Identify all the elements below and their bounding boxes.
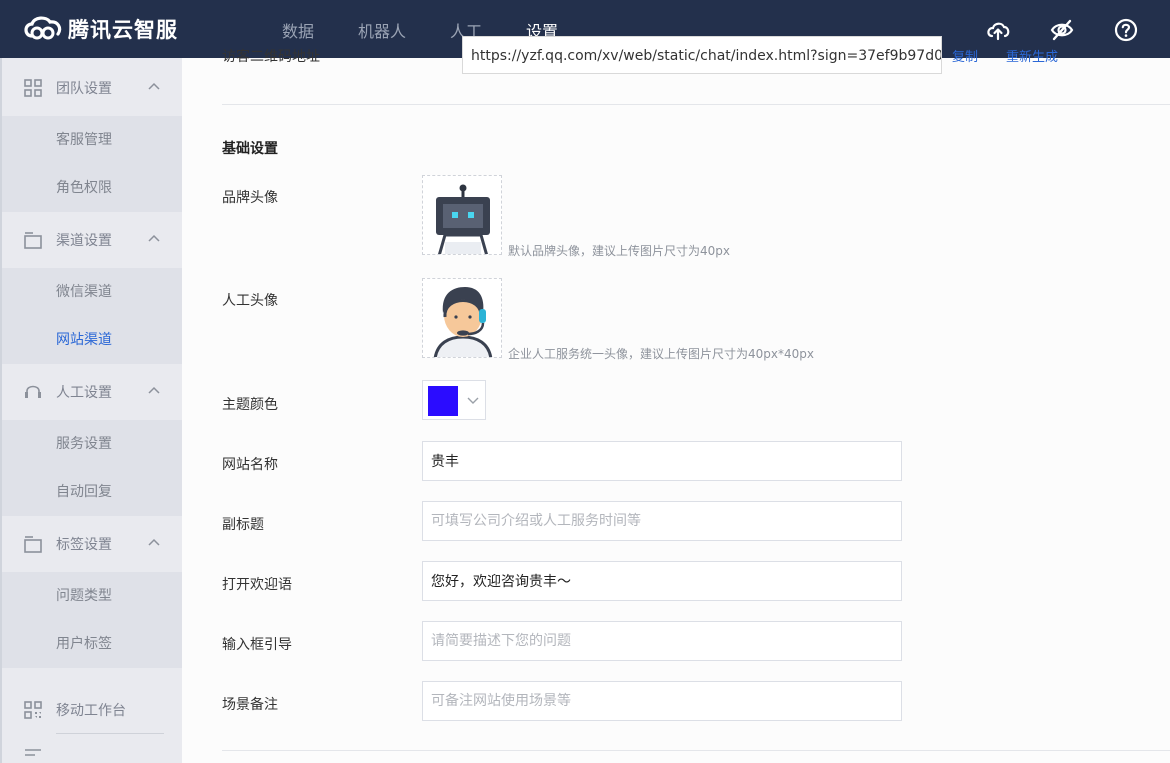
site-name-input[interactable] [422, 441, 902, 481]
sidebar-item-agents[interactable]: 客服管理 [2, 116, 182, 164]
theme-color-swatch [428, 386, 458, 416]
chevron-up-icon [148, 538, 160, 546]
welcome-label: 打开欢迎语 [222, 577, 292, 593]
sidebar-group-label: 团队设置 [56, 81, 112, 97]
sidebar-mobile-workbench[interactable]: 移动工作台 [2, 688, 182, 732]
main-content: 访客二维码地址 https://yzf.qq.com/xv/web/static… [182, 36, 1170, 763]
qrcode-icon [24, 701, 42, 719]
sidebar-divider [56, 733, 164, 734]
agent-avatar-label: 人工头像 [222, 293, 278, 309]
welcome-input[interactable] [422, 561, 902, 601]
sidebar-group-label: 人工设置 [56, 385, 112, 401]
robot-avatar-icon [436, 184, 490, 254]
brand-avatar-upload[interactable] [422, 175, 502, 255]
sidebar-group-label: 标签设置 [56, 537, 112, 553]
cloud-logo-icon [24, 16, 62, 40]
headset-icon [25, 385, 41, 398]
window-icon [24, 232, 42, 249]
input-guide-label: 输入框引导 [222, 637, 292, 653]
sidebar-mobile-label: 移动工作台 [56, 703, 126, 719]
chevron-up-icon [148, 234, 160, 242]
agent-avatar-icon [433, 287, 493, 357]
app-name: 腾讯云智服 [68, 18, 178, 42]
sidebar-item-wechat[interactable]: 微信渠道 [2, 268, 182, 316]
section-divider-bottom [222, 750, 1170, 751]
sidebar-group-tags[interactable]: 标签设置 [2, 516, 182, 572]
subtitle-label: 副标题 [222, 517, 264, 533]
scene-note-input[interactable] [422, 681, 902, 721]
input-guide-input[interactable] [422, 621, 902, 661]
sidebar-group-label: 渠道设置 [56, 233, 112, 249]
section-divider [222, 104, 1170, 105]
list-icon [25, 749, 41, 756]
theme-color-picker[interactable] [422, 380, 486, 420]
sidebar-group-manual[interactable]: 人工设置 [2, 364, 182, 420]
brand-avatar-label: 品牌头像 [222, 190, 278, 206]
chevron-up-icon [148, 82, 160, 90]
sidebar-item-roles[interactable]: 角色权限 [2, 164, 182, 212]
sidebar-item-auto-reply[interactable]: 自动回复 [2, 468, 182, 516]
sidebar-group-team[interactable]: 团队设置 [2, 60, 182, 116]
sidebar-submenu-channels: 微信渠道 网站渠道 [2, 268, 182, 364]
qrcode-link-label: 访客二维码地址 [222, 49, 320, 65]
site-name-label: 网站名称 [222, 457, 278, 473]
sidebar-submenu-manual: 服务设置 自动回复 [2, 420, 182, 516]
sidebar: 团队设置 客服管理 角色权限 渠道设置 微信渠道 网站渠道 人工设置 服务设置 … [0, 58, 182, 763]
copy-link[interactable]: 复制 [952, 46, 978, 65]
sidebar-item-website[interactable]: 网站渠道 [2, 316, 182, 364]
agent-avatar-upload[interactable] [422, 278, 502, 358]
theme-color-label: 主题颜色 [222, 397, 278, 413]
sidebar-group-channels[interactable]: 渠道设置 [2, 212, 182, 268]
window-icon [24, 536, 42, 553]
sidebar-submenu-tags: 问题类型 用户标签 [2, 572, 182, 668]
app-logo[interactable]: 腾讯云智服 [20, 12, 178, 46]
grid-icon [24, 79, 42, 97]
qrcode-link-field[interactable]: https://yzf.qq.com/xv/web/static/chat/in… [462, 36, 942, 74]
regenerate-link[interactable]: 重新生成 [1006, 46, 1058, 65]
sidebar-item-question-types[interactable]: 问题类型 [2, 572, 182, 620]
agent-avatar-hint: 企业人工服务统一头像，建议上传图片尺寸为40px*40px [508, 347, 814, 361]
brand-avatar-hint: 默认品牌头像，建议上传图片尺寸为40px [508, 244, 730, 258]
sidebar-submenu-team: 客服管理 角色权限 [2, 116, 182, 212]
scene-note-label: 场景备注 [222, 697, 278, 713]
section-title: 基础设置 [222, 141, 278, 157]
sidebar-item-user-tags[interactable]: 用户标签 [2, 620, 182, 668]
chevron-down-icon [467, 397, 479, 404]
qrcode-link-row: 访客二维码地址 https://yzf.qq.com/xv/web/static… [222, 36, 1170, 76]
chevron-up-icon [148, 386, 160, 394]
sidebar-item-service-settings[interactable]: 服务设置 [2, 420, 182, 468]
subtitle-input[interactable] [422, 501, 902, 541]
